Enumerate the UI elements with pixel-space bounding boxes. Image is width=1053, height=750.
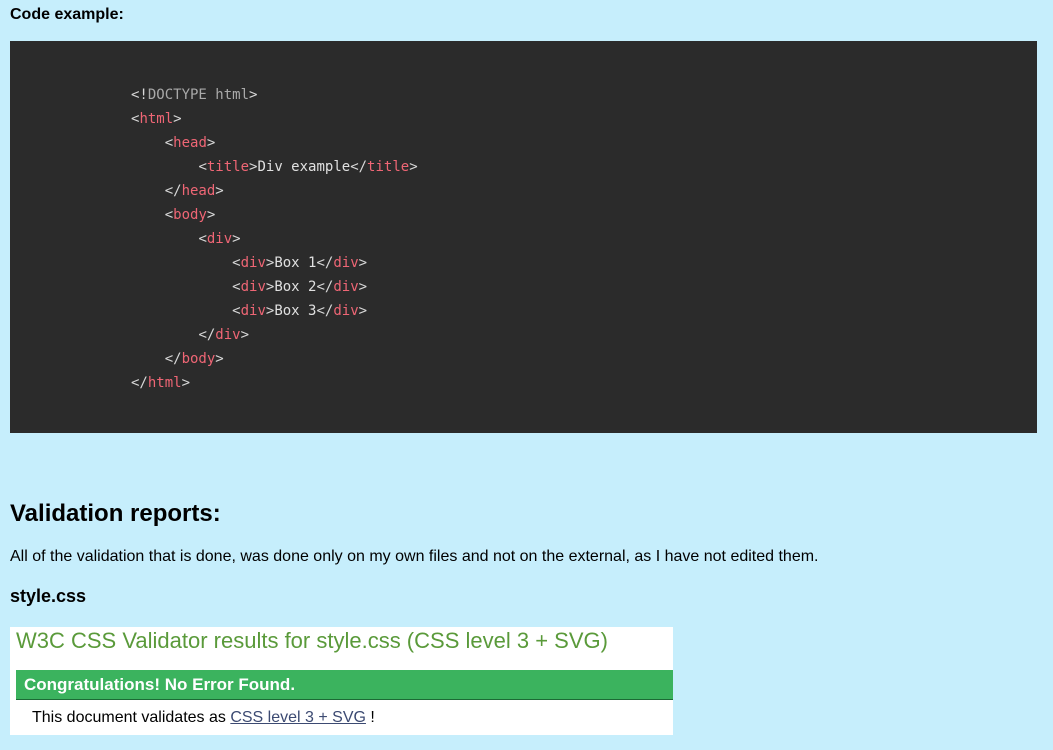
code-token-text: Box 3 bbox=[274, 303, 317, 319]
code-token-tag: html bbox=[139, 111, 174, 127]
code-token-tag: div bbox=[333, 303, 359, 319]
code-token-punct: < bbox=[198, 231, 207, 247]
code-block: <!DOCTYPE html> <html> <head> <title>Div … bbox=[10, 41, 1037, 433]
code-token-punct: < bbox=[232, 255, 241, 271]
code-token-punct: < bbox=[164, 207, 174, 223]
code-token-punct: > bbox=[181, 375, 191, 391]
code-token-punct: > bbox=[206, 135, 216, 151]
code-token-tag: div bbox=[206, 231, 233, 247]
validator-title: W3C CSS Validator results for style.css … bbox=[16, 628, 608, 653]
code-line: </html> bbox=[131, 371, 418, 395]
code-line: <html> bbox=[131, 107, 418, 131]
code-token-punct: <! bbox=[131, 87, 148, 103]
code-token-punct: < bbox=[164, 135, 174, 151]
validator-result-panel: W3C CSS Validator results for style.css … bbox=[10, 627, 673, 735]
code-line: <head> bbox=[131, 131, 418, 155]
code-token-punct: > bbox=[358, 303, 368, 319]
code-token-punct: < bbox=[232, 303, 241, 319]
code-token-tag: div bbox=[240, 255, 266, 271]
code-token-tag: title bbox=[367, 159, 410, 175]
code-token-punct: < bbox=[232, 279, 241, 295]
code-token-tag: body bbox=[173, 207, 207, 223]
code-token-punct: > bbox=[215, 351, 224, 367]
congrats-text: Congratulations! No Error Found. bbox=[24, 675, 296, 694]
code-token-punct: > bbox=[358, 279, 368, 295]
code-line: <!DOCTYPE html> bbox=[131, 83, 418, 107]
code-token-tag: head bbox=[181, 183, 216, 199]
code-token-tag: div bbox=[333, 255, 359, 271]
code-example-heading: Code example: bbox=[10, 6, 124, 23]
code-token-punct: > bbox=[215, 183, 224, 199]
code-token-text: Box 2 bbox=[274, 279, 317, 295]
code-token-punct: </ bbox=[164, 351, 182, 367]
code-token-doctype: DOCTYPE html bbox=[147, 87, 250, 103]
code-token-tag: html bbox=[147, 375, 182, 391]
validates-line: This document validates as CSS level 3 +… bbox=[32, 709, 375, 727]
code-line: </body> bbox=[131, 347, 418, 371]
code-token-punct: </ bbox=[164, 183, 182, 199]
code-token-tag: div bbox=[215, 327, 241, 343]
code-token-punct: </ bbox=[316, 255, 334, 271]
code-line: </head> bbox=[131, 179, 418, 203]
code-token-punct: > bbox=[206, 207, 216, 223]
validates-prefix: This document validates as bbox=[32, 709, 231, 726]
code-line: </div> bbox=[131, 323, 418, 347]
code-token-tag: head bbox=[173, 135, 207, 151]
code-token-punct: < bbox=[198, 159, 207, 175]
code-line: <title>Div example</title> bbox=[131, 155, 418, 179]
code-line: <div> bbox=[131, 227, 418, 251]
code-token-punct: > bbox=[240, 327, 250, 343]
code-token-punct: > bbox=[409, 159, 418, 175]
code-line: <div>Box 1</div> bbox=[131, 251, 418, 275]
code-token-tag: title bbox=[206, 159, 250, 175]
code-token-text: Div example bbox=[257, 159, 351, 175]
code-token-punct: </ bbox=[350, 159, 368, 175]
code-token-punct: > bbox=[173, 111, 182, 127]
file-name-heading: style.css bbox=[10, 586, 87, 606]
code-token-punct: > bbox=[232, 231, 241, 247]
code-token-tag: body bbox=[181, 351, 216, 367]
congrats-bar: Congratulations! No Error Found. bbox=[16, 670, 673, 700]
code-line: <div>Box 3</div> bbox=[131, 299, 418, 323]
code-line: <body> bbox=[131, 203, 418, 227]
code-token-punct: </ bbox=[131, 375, 148, 391]
validation-intro-text: All of the validation that is done, was … bbox=[10, 548, 819, 565]
css-level-link[interactable]: CSS level 3 + SVG bbox=[230, 709, 366, 726]
validates-suffix: ! bbox=[365, 709, 375, 726]
validation-reports-heading: Validation reports: bbox=[10, 500, 221, 527]
code-token-tag: div bbox=[240, 303, 266, 319]
code-token-text: Box 1 bbox=[274, 255, 317, 271]
code-token-tag: div bbox=[240, 279, 266, 295]
code-line: <div>Box 2</div> bbox=[131, 275, 418, 299]
code-token-punct: > bbox=[358, 255, 368, 271]
code-token-punct: </ bbox=[316, 303, 334, 319]
code-token-tag: div bbox=[333, 279, 359, 295]
code-token-punct: </ bbox=[316, 279, 334, 295]
code-lines: <!DOCTYPE html> <html> <head> <title>Div … bbox=[131, 83, 418, 395]
code-token-punct: </ bbox=[198, 327, 216, 343]
page: Code example: <!DOCTYPE html> <html> <hea… bbox=[0, 0, 1053, 750]
code-token-punct: > bbox=[249, 87, 258, 103]
